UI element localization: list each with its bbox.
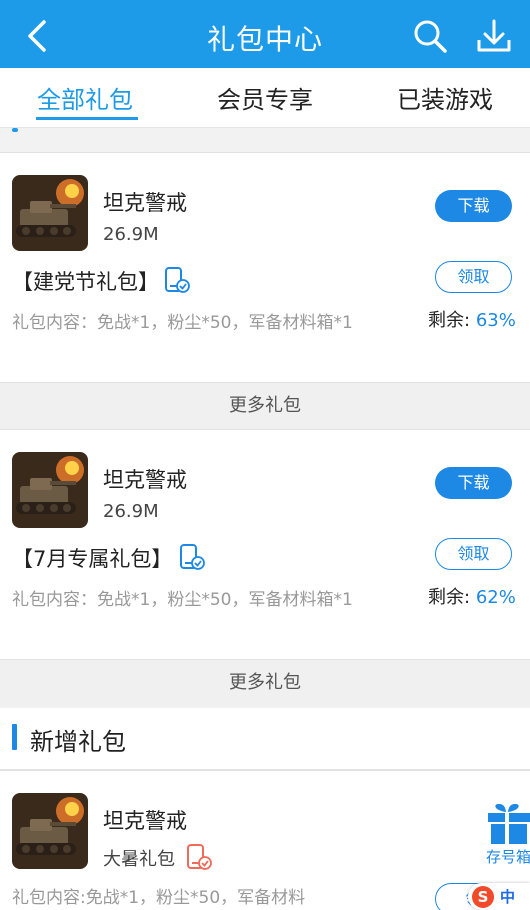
app-header: 礼包中心 (0, 0, 530, 68)
game-name: 坦克警戒 (103, 809, 187, 833)
game-name: 坦克警戒 (103, 191, 187, 215)
remaining-percent: 剩余: 62% (428, 583, 516, 609)
gift-title: 【建党节礼包】 (12, 270, 159, 294)
download-icon[interactable] (474, 16, 514, 56)
gift-content: 礼包内容：免战*1，粉尘*50，军备材料箱*1 (12, 590, 353, 610)
game-icon[interactable] (12, 793, 88, 869)
gift-title: 【7月专属礼包】 (12, 547, 173, 571)
tab-installed-games[interactable]: 已装游戏 (397, 80, 493, 115)
account-box-button[interactable]: 存号箱 (484, 800, 530, 870)
phone-check-icon (180, 544, 205, 570)
page-title: 礼包中心 (206, 23, 323, 56)
account-box-label: 存号箱 (486, 848, 530, 866)
gift-content: 礼包内容：免战*1，粉尘*50，军备材料箱*1 (12, 313, 353, 333)
tab-all-gifts[interactable]: 全部礼包 (37, 80, 133, 115)
download-button[interactable]: 下载 (435, 190, 512, 222)
more-gifts-button[interactable]: 更多礼包 (0, 383, 530, 429)
remaining-percent: 剩余: 63% (428, 306, 516, 332)
remaining-label: 剩余: (428, 587, 471, 608)
gift-content: 礼包内容:免战*1，粉尘*50，军备材料 (12, 888, 306, 908)
gift-name: 大暑礼包 (103, 849, 175, 870)
section-marker (12, 724, 17, 750)
download-button[interactable]: 下载 (435, 467, 512, 499)
new-gifts-header: 新增礼包 (0, 708, 530, 770)
tab-member-exclusive[interactable]: 会员专享 (217, 80, 313, 115)
game-icon[interactable] (12, 452, 88, 528)
sogou-logo-icon: S (472, 886, 494, 908)
game-size: 26.9M (103, 501, 159, 522)
active-tab-indicator (36, 117, 138, 120)
ime-language-label: 中 (500, 888, 516, 906)
phone-check-icon (165, 267, 190, 293)
remaining-label: 剩余: (428, 310, 471, 331)
search-icon[interactable] (410, 16, 450, 56)
remaining-value: 62% (475, 587, 516, 608)
game-size: 26.9M (103, 224, 159, 245)
more-gifts-button[interactable]: 更多礼包 (0, 660, 530, 706)
section-title: 新增礼包 (30, 728, 126, 756)
scroll-indicator (12, 128, 18, 132)
phone-check-icon (187, 844, 212, 870)
gift-card: 坦克警戒 26.9M 下载 【建党节礼包】 领取 剩余: 63% 礼包内容：免战… (0, 152, 530, 383)
ime-floating-button[interactable]: S 中 (468, 883, 530, 910)
chevron-left-icon[interactable] (18, 16, 58, 56)
game-icon[interactable] (12, 175, 88, 251)
game-name: 坦克警戒 (103, 468, 187, 492)
claim-button[interactable]: 领取 (435, 261, 512, 293)
gift-box-icon (488, 804, 530, 844)
gift-card: 坦克警戒 26.9M 下载 【7月专属礼包】 领取 剩余: 62% 礼包内容：免… (0, 429, 530, 660)
new-gift-card: 坦克警戒 大暑礼包 礼包内容:免战*1，粉尘*50，军备材料 领 (0, 770, 530, 910)
claim-button[interactable]: 领取 (435, 538, 512, 570)
remaining-value: 63% (475, 310, 516, 331)
tab-bar: 全部礼包 会员专享 已装游戏 (0, 68, 530, 128)
